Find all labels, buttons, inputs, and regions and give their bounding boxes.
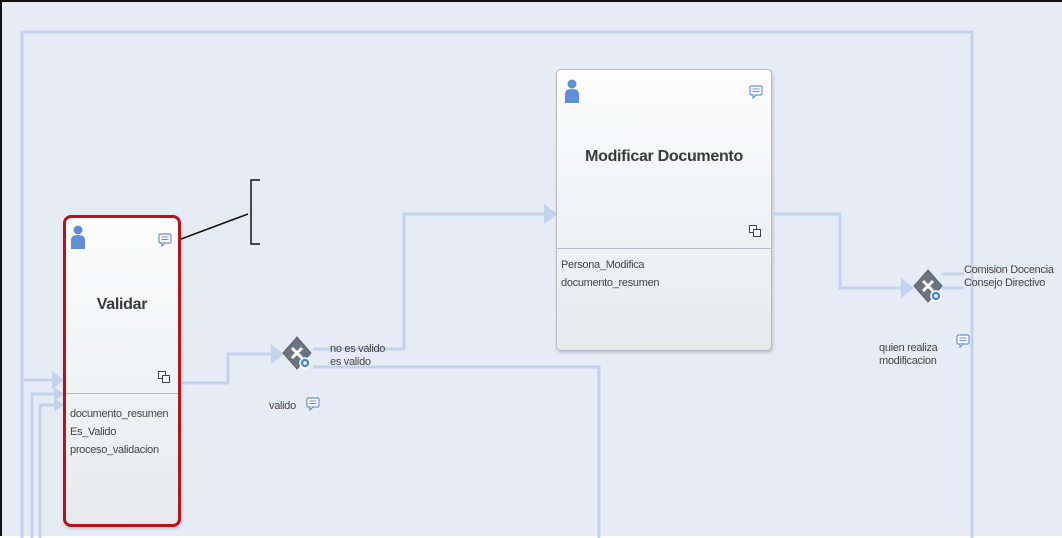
- flow-label-no-es-valido: no es valido: [330, 343, 386, 355]
- variable-item: Persona_Modifica: [561, 259, 645, 271]
- person-icon: [71, 225, 85, 249]
- flow-no-es-valido: [313, 212, 550, 351]
- variable-item: documento_resumen: [70, 408, 169, 420]
- comment-icon[interactable]: [306, 397, 320, 411]
- gateway-quien-label-line-1: quien realiza: [879, 342, 938, 354]
- flow-into-validar-2: [30, 392, 58, 538]
- gateway-valido-label: valido: [269, 400, 296, 412]
- task-modificar-documento[interactable]: Modificar Documento Persona_Modifica doc…: [556, 69, 772, 351]
- flow-label-consejo-directivo: Consejo Directivo: [964, 277, 1046, 289]
- variable-item: proceso_validacion: [70, 444, 159, 456]
- annotation-connector: [172, 213, 249, 243]
- flow-label-es-valido: es valido: [330, 356, 371, 368]
- variable-item: Es_Valido: [70, 426, 117, 438]
- flow-label-comision-docencia: Comision Docencia: [964, 264, 1054, 276]
- subprocess-icon[interactable]: [158, 371, 170, 383]
- flow-into-validar-3: [38, 403, 58, 538]
- flow-es-valido: [313, 365, 601, 538]
- comment-icon[interactable]: [956, 334, 970, 348]
- task-divider: [66, 393, 178, 394]
- gateway-quien-realiza-modificacion[interactable]: [912, 268, 948, 308]
- comment-icon[interactable]: [749, 85, 763, 99]
- gateway-valido[interactable]: [281, 335, 317, 375]
- task-title: Validar: [96, 296, 148, 313]
- comment-icon[interactable]: [158, 233, 172, 247]
- task-variables: documento_resumen Es_Valido proceso_vali…: [70, 405, 176, 459]
- task-variables: Persona_Modifica documento_resumen: [561, 256, 769, 292]
- flow-validar-to-valido: [182, 352, 280, 385]
- task-title: Modificar Documento: [585, 148, 743, 165]
- person-icon: [565, 79, 579, 103]
- annotation-bracket: [250, 179, 260, 245]
- subprocess-icon[interactable]: [749, 225, 761, 237]
- task-divider: [557, 248, 771, 249]
- gateway-quien-label-line-2: modificacion: [879, 355, 937, 367]
- variable-item: documento_resumen: [561, 277, 660, 289]
- flow-modificar-to-quien: [774, 212, 910, 290]
- task-validar[interactable]: Validar documento_resumen Es_Valido proc…: [63, 215, 181, 527]
- diagram-canvas: Validar documento_resumen Es_Valido proc…: [0, 0, 1062, 538]
